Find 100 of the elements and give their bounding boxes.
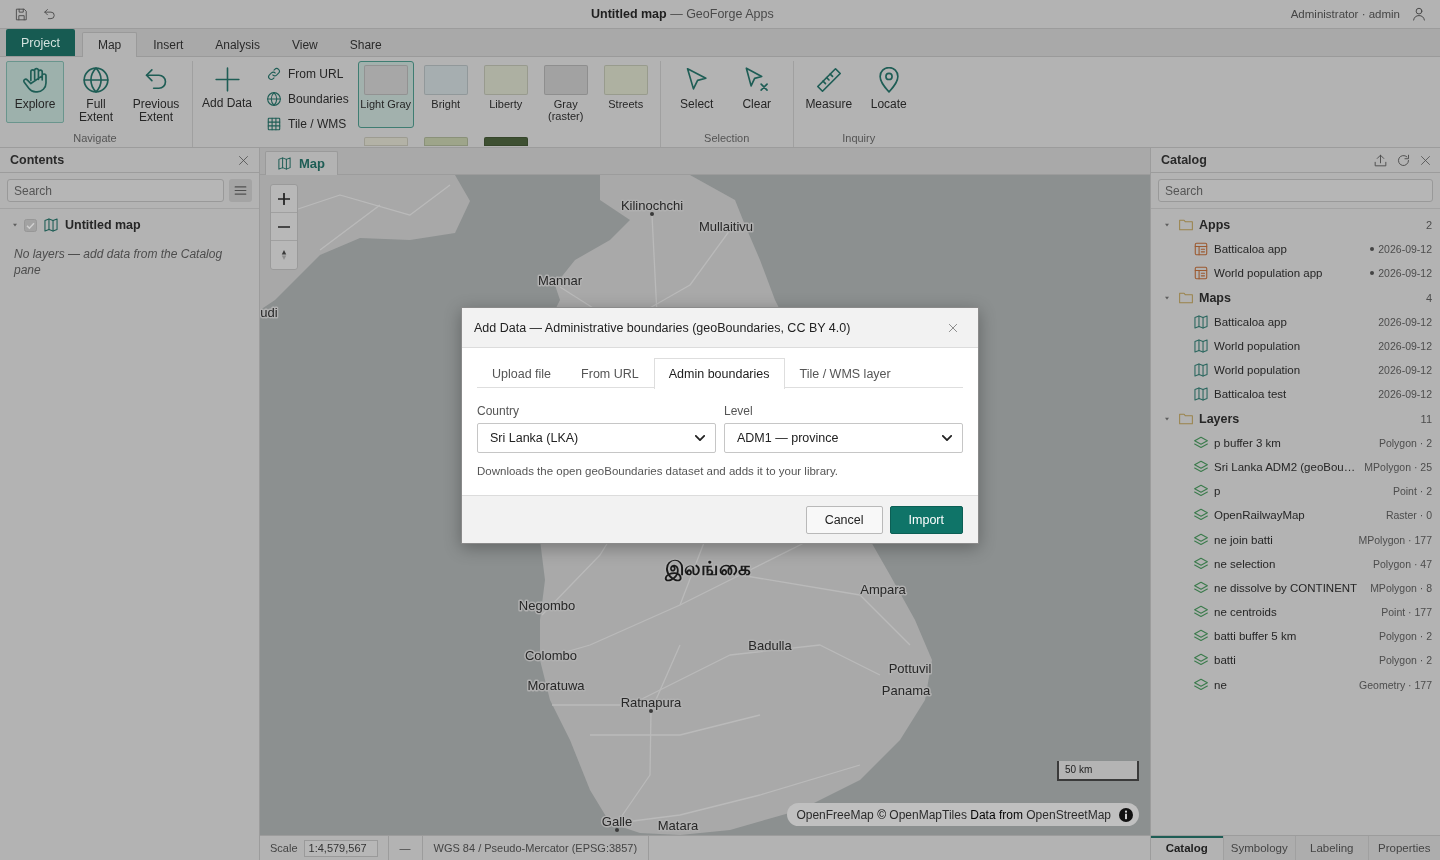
dialog-tab[interactable]: Upload file [477, 358, 567, 388]
ribbon-link-button[interactable]: Boundaries [265, 86, 351, 111]
panel-title: Contents [10, 153, 65, 167]
basemap-tile[interactable]: Liberty [477, 61, 534, 128]
map-name[interactable]: Untitled map [65, 218, 141, 232]
item-meta: 2026-09-12 [1378, 267, 1432, 280]
field-label: Level [724, 404, 754, 418]
folder-label[interactable]: Apps [1199, 218, 1231, 233]
ribbon-button[interactable]: Previous Extent [128, 61, 184, 123]
attribution-link[interactable]: OpenMapTiles [889, 807, 967, 822]
close-icon[interactable] [948, 322, 958, 333]
item-meta: Point · 177 [1380, 606, 1432, 619]
scale-field[interactable]: 1:4,579,567 [303, 839, 378, 857]
ribbon-link-button[interactable]: From URL [265, 61, 351, 86]
dialog-tab[interactable]: From URL [566, 358, 654, 388]
place-label: Matara [657, 818, 699, 833]
ribbon-tab[interactable]: Analysis [199, 32, 276, 56]
close-icon[interactable] [1420, 154, 1431, 166]
tree-item[interactable]: p buffer 3 km [1214, 436, 1281, 449]
ribbon-tab[interactable]: Insert [137, 32, 200, 56]
attribution-link[interactable]: OpenStreetMap [1026, 807, 1111, 822]
ribbon-button[interactable]: Explore [6, 61, 64, 123]
panel-tab[interactable]: Symbology [1223, 836, 1296, 860]
undo-icon[interactable] [43, 7, 56, 21]
place-label: Moratuwa [527, 677, 585, 693]
search-field[interactable]: Search [7, 179, 224, 202]
attribution-link[interactable]: OpenFreeMap [796, 807, 874, 822]
caret-icon[interactable] [13, 223, 17, 227]
folder-icon [1179, 411, 1193, 426]
place-label: Galle [601, 813, 633, 829]
tree-item[interactable]: p [1214, 485, 1221, 498]
place-label: Mullaitivu [698, 218, 754, 234]
upload-icon[interactable] [1374, 153, 1387, 167]
save-icon[interactable] [15, 7, 28, 21]
tree-item[interactable]: ne selection [1214, 557, 1276, 570]
basemap-tile[interactable]: Gray (raster) [537, 61, 594, 128]
tree-item[interactable]: Sri Lanka ADM2 (geoBou… [1214, 460, 1356, 473]
dropdown-field[interactable]: Sri Lanka (LKA) [477, 423, 716, 453]
tree-item[interactable]: World population [1214, 340, 1301, 353]
tree-item[interactable]: Batticaloa test [1214, 388, 1287, 401]
ribbon-button[interactable]: Locate [863, 61, 914, 123]
dialog-button[interactable]: Cancel [805, 505, 883, 534]
layer-checkbox[interactable] [24, 218, 37, 232]
ribbon-button[interactable]: Add Data [199, 61, 255, 123]
layers-icon [1194, 435, 1208, 450]
map-tab[interactable]: Map [265, 151, 338, 175]
menu-button[interactable] [229, 179, 252, 202]
basemap-tile[interactable]: Streets [597, 61, 654, 128]
place-label: இலங்கை [665, 556, 751, 580]
layers-icon [1194, 459, 1208, 474]
map-icon [44, 218, 58, 232]
ribbon-button[interactable]: Full Extent [72, 61, 120, 123]
panel-tab[interactable]: Catalog [1151, 836, 1224, 860]
item-meta: MPolygon · 25 [1363, 460, 1432, 473]
ribbon-tab[interactable]: View [275, 32, 334, 56]
tree-item[interactable]: batti buffer 5 km [1214, 630, 1297, 643]
tree-item[interactable]: OpenRailwayMap [1214, 509, 1305, 522]
item-meta: Polygon · 2 [1377, 630, 1432, 643]
ribbon-tab[interactable]: Share [333, 32, 398, 56]
tree-item[interactable]: batti [1214, 654, 1236, 667]
refresh-icon[interactable] [1397, 153, 1410, 167]
ribbon-tab[interactable]: Map [81, 32, 138, 57]
item-count: 11 [1420, 412, 1432, 425]
layers-icon [1194, 508, 1208, 523]
folder-label[interactable]: Maps [1199, 290, 1231, 305]
dialog-tab[interactable]: Admin boundaries [653, 358, 785, 389]
tree-item[interactable]: World population [1214, 364, 1301, 377]
tree-item[interactable]: Batticaloa app [1214, 315, 1287, 328]
folder-label[interactable]: Layers [1199, 411, 1240, 426]
tree-item[interactable]: ne dissolve by CONTINENT [1214, 581, 1358, 594]
grid-icon [267, 116, 281, 131]
panel-tab[interactable]: Labeling [1296, 836, 1369, 860]
close-icon[interactable] [238, 154, 249, 166]
dialog-tab[interactable]: Tile / WMS layer [784, 358, 906, 388]
dropdown-field[interactable]: ADM1 — province [724, 423, 963, 453]
ribbon-tab[interactable]: Project [6, 29, 75, 56]
item-meta: 2026-09-12 [1377, 315, 1432, 328]
ribbon-button[interactable]: Measure [803, 61, 854, 123]
chevron-down-icon [695, 435, 705, 441]
group-label: Inquiry [841, 132, 877, 146]
tree-item[interactable]: ne centroids [1214, 606, 1277, 619]
place-label: Pottuvil [888, 660, 932, 676]
tree-item[interactable]: World population app [1214, 267, 1323, 280]
layers-icon [1194, 532, 1208, 547]
ribbon-button[interactable]: Select [672, 61, 721, 123]
ribbon-link-button[interactable]: Tile / WMS [265, 111, 351, 136]
dialog-button[interactable]: Import [889, 505, 963, 534]
layers-icon [1194, 653, 1208, 668]
item-meta: 2026-09-12 [1378, 243, 1432, 256]
panel-tab[interactable]: Properties [1368, 836, 1440, 860]
basemap-tile[interactable]: Bright [417, 61, 474, 128]
tree-item[interactable]: ne join batti [1214, 533, 1273, 546]
search-field[interactable]: Search [1158, 179, 1433, 202]
tree-item[interactable]: ne [1214, 678, 1227, 691]
scale-bar: 50 km [1057, 761, 1139, 781]
ribbon-button[interactable]: Clear [732, 61, 781, 123]
basemap-tile[interactable]: Light Gray [357, 61, 414, 128]
info-icon[interactable] [1119, 807, 1133, 822]
user-icon[interactable] [1412, 7, 1426, 21]
tree-item[interactable]: Batticaloa app [1214, 243, 1287, 256]
